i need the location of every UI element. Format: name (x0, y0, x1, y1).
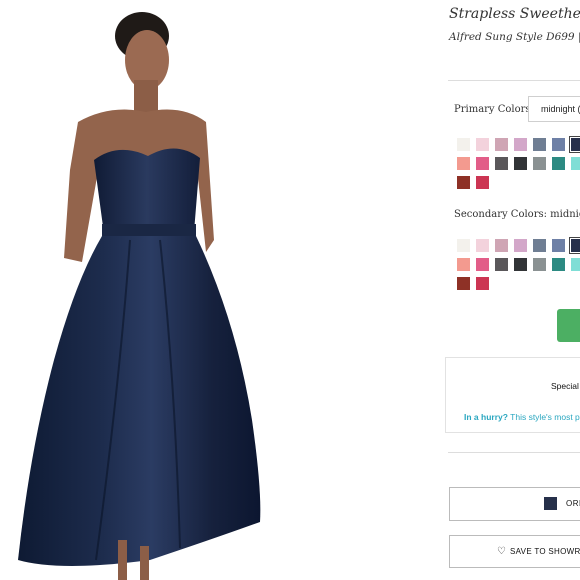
save-to-showroom-button[interactable]: ♡ SAVE TO SHOWROO (449, 535, 580, 568)
save-to-showroom-label: SAVE TO SHOWROO (510, 547, 580, 556)
product-photo (0, 0, 420, 580)
add-to-cart-button[interactable] (557, 309, 580, 342)
color-swatch[interactable] (476, 157, 489, 170)
heart-icon: ♡ (497, 546, 506, 557)
color-swatch[interactable] (552, 258, 565, 271)
primary-colors-label: Primary Colors: (454, 104, 534, 115)
divider (448, 80, 580, 81)
color-swatch[interactable] (569, 136, 580, 153)
in-a-hurry-text: This style's most p (507, 412, 580, 422)
product-details-panel: Strapless Sweetheart S Alfred Sung Style… (440, 0, 580, 580)
color-swatch[interactable] (571, 258, 580, 271)
color-swatch[interactable] (514, 239, 527, 252)
color-swatch[interactable] (476, 239, 489, 252)
product-title: Strapless Sweetheart S (449, 6, 580, 22)
primary-color-select[interactable]: midnight ( (528, 96, 580, 122)
color-swatch[interactable] (457, 258, 470, 271)
color-swatch[interactable] (476, 138, 489, 151)
in-a-hurry-link[interactable]: In a hurry? This style's most p (464, 412, 580, 422)
color-swatch[interactable] (569, 237, 580, 254)
color-swatch[interactable] (552, 157, 565, 170)
color-swatch[interactable] (457, 176, 470, 189)
color-swatch[interactable] (552, 138, 565, 151)
divider (448, 452, 580, 453)
secondary-colors-label: Secondary Colors: midnight (da (454, 209, 580, 220)
color-swatch[interactable] (495, 157, 508, 170)
order-color-swatch (544, 497, 557, 510)
in-a-hurry-bold: In a hurry? (464, 412, 508, 422)
color-swatch[interactable] (476, 277, 489, 290)
special-order-title: Special (551, 381, 579, 391)
color-swatch[interactable] (476, 176, 489, 189)
color-swatch[interactable] (514, 138, 527, 151)
color-swatch[interactable] (476, 258, 489, 271)
color-swatch[interactable] (533, 239, 546, 252)
color-swatch[interactable] (495, 138, 508, 151)
color-swatch[interactable] (533, 258, 546, 271)
color-swatch[interactable] (457, 138, 470, 151)
order-swatch-button[interactable]: ORD (449, 487, 580, 521)
color-swatch[interactable] (457, 157, 470, 170)
color-swatch[interactable] (514, 258, 527, 271)
color-swatch[interactable] (514, 157, 527, 170)
model-in-navy-dress-image (18, 12, 261, 580)
color-swatch[interactable] (495, 239, 508, 252)
color-swatch[interactable] (571, 157, 580, 170)
product-subtitle: Alfred Sung Style D699 | Sati (449, 31, 580, 43)
order-button-label: ORD (566, 499, 580, 508)
color-swatch[interactable] (457, 277, 470, 290)
color-swatch[interactable] (495, 258, 508, 271)
color-swatch[interactable] (533, 138, 546, 151)
special-order-info-box: Special In a hurry? This style's most p (445, 357, 580, 433)
color-swatch[interactable] (533, 157, 546, 170)
color-swatch[interactable] (552, 239, 565, 252)
color-swatch[interactable] (457, 239, 470, 252)
